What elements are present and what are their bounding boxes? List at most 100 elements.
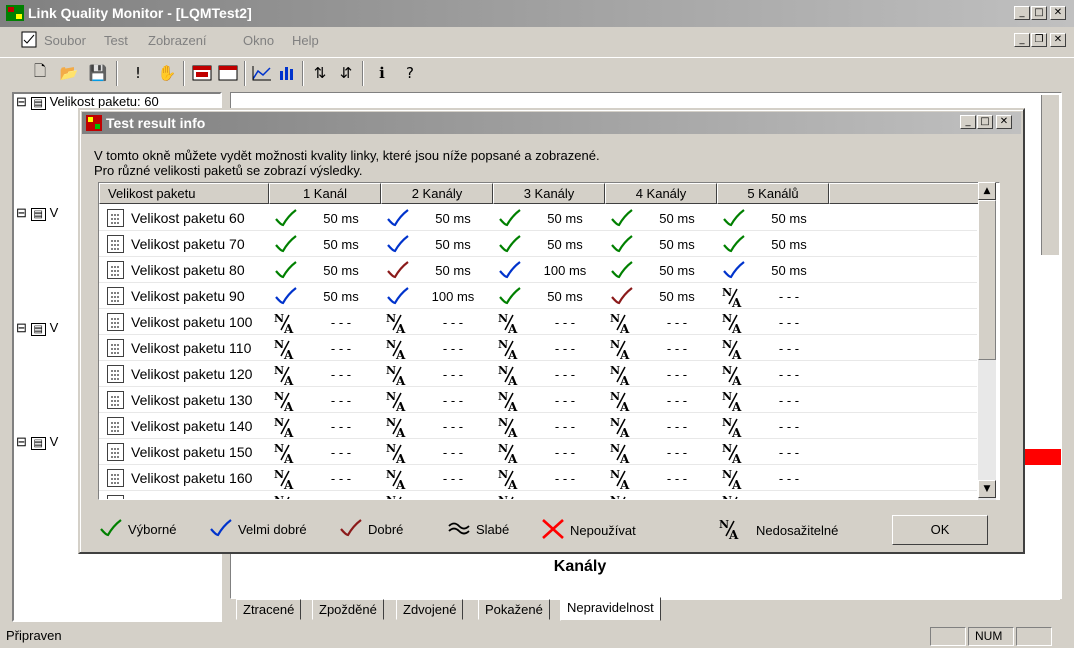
help-icon[interactable]: ? <box>398 61 422 85</box>
grid-vertical-scrollbar[interactable]: ▲ ▼ <box>978 182 996 500</box>
main-window-title-bar[interactable]: Link Quality Monitor - [LQMTest2] <box>0 0 1074 27</box>
row-label: Velikost paketu 90 <box>131 288 245 304</box>
column-header-1-kanal[interactable]: 1 Kanál <box>269 183 381 204</box>
table-row[interactable]: Velikost paketu 170 NA - - - NA - - - NA - - -… <box>99 491 977 499</box>
scroll-up-icon[interactable]: ▲ <box>978 182 996 200</box>
cell-value: - - - <box>330 471 352 486</box>
hand-icon[interactable]: ✋ <box>155 61 179 85</box>
column-header-5-kanalu[interactable]: 5 Kanálů <box>717 183 829 204</box>
svg-text:A: A <box>619 374 630 386</box>
column-header-empty <box>829 183 979 204</box>
tree-node-3[interactable]: ⊟ ▤ V <box>16 320 58 336</box>
column-header-2-kanaly[interactable]: 2 Kanály <box>381 183 493 204</box>
menu-test[interactable]: Test <box>104 33 128 48</box>
svg-text:A: A <box>283 452 294 464</box>
chart-scrollbar[interactable] <box>1041 95 1059 255</box>
cell-value: - - - <box>666 393 688 408</box>
table-row[interactable]: Velikost paketu 70 50 ms 50 ms 50 ms 50 ms 50… <box>99 231 977 257</box>
check-blue-icon <box>385 234 411 257</box>
maximize-button[interactable]: □ <box>1031 6 1047 20</box>
menu-soubor[interactable]: Soubor <box>44 33 86 48</box>
results-grid[interactable]: Velikost paketu 1 Kanál 2 Kanály 3 Kanál… <box>98 182 1000 500</box>
table-row[interactable]: Velikost paketu 90 50 ms 100 ms 50 ms 50 ms N… <box>99 283 977 310</box>
alert-icon[interactable]: ! <box>126 61 150 85</box>
svg-text:N: N <box>498 416 508 429</box>
svg-text:N: N <box>498 364 508 377</box>
svg-text:N: N <box>386 312 396 325</box>
sort-descending-icon[interactable]: ⇵ <box>334 61 358 85</box>
table-row[interactable]: Velikost paketu 130 N A - - -NA- - -NA- - -… <box>99 387 977 414</box>
menu-okno[interactable]: Okno <box>243 33 274 48</box>
table-row[interactable]: Velikost paketu 100 N A - - -NA- - -NA- - -… <box>99 309 977 337</box>
legend-label: Nepoužívat <box>570 523 636 538</box>
tree-node-2[interactable]: ⊟ ▤ V <box>16 205 58 221</box>
tab-zdvojene[interactable]: Zdvojené <box>396 599 464 620</box>
table-row[interactable]: Velikost paketu 140 N A - - -NA- - -NA- - -… <box>99 413 977 440</box>
na-icon: NA <box>721 312 745 337</box>
svg-text:N: N <box>719 518 729 531</box>
cell-value: - - - <box>554 367 576 382</box>
legend-item: Velmi dobré <box>208 518 307 541</box>
status-panel-empty-2 <box>1016 627 1052 646</box>
svg-text:N: N <box>498 312 508 325</box>
mdi-restore-button[interactable]: ❐ <box>1031 33 1047 47</box>
column-header-3-kanaly[interactable]: 3 Kanály <box>493 183 605 204</box>
tree-node-4[interactable]: ⊟ ▤ V <box>16 434 58 450</box>
mdi-minimize-button[interactable]: _ <box>1014 33 1030 47</box>
cell-value: 50 ms <box>771 237 807 252</box>
table-row[interactable]: Velikost paketu 160 N A - - -NA- - -NA- - -… <box>99 465 977 492</box>
svg-text:N: N <box>610 338 620 351</box>
menu-zobrazeni[interactable]: Zobrazení <box>148 33 207 48</box>
svg-text:N: N <box>274 364 284 377</box>
menu-help[interactable]: Help <box>292 33 319 48</box>
check-green-icon <box>609 208 635 231</box>
tab-pokazene[interactable]: Pokažené <box>478 599 550 620</box>
scroll-down-icon[interactable]: ▼ <box>978 480 996 498</box>
table-row[interactable]: Velikost paketu 150 N A - - -NA- - -NA- - -… <box>99 439 977 466</box>
document-icon[interactable] <box>20 31 40 49</box>
svg-text:N: N <box>274 442 284 455</box>
tab-zpozdene[interactable]: Zpožděné <box>312 599 384 620</box>
check-blue-icon <box>721 260 747 283</box>
sort-ascending-icon[interactable]: ⇅ <box>308 61 332 85</box>
ok-button[interactable]: OK <box>892 515 988 545</box>
line-chart-icon[interactable] <box>250 61 274 85</box>
legend-item: N A Nedosažitelné <box>718 518 838 543</box>
mdi-close-button[interactable]: ✕ <box>1050 33 1066 47</box>
column-header-packet-size[interactable]: Velikost paketu <box>99 183 269 204</box>
dialog-title-bar[interactable]: Test result info <box>82 112 1021 134</box>
info-icon[interactable]: ℹ <box>370 61 394 85</box>
svg-text:A: A <box>395 374 406 386</box>
table-row[interactable]: Velikost paketu 120 N A - - -NA- - -NA- - -… <box>99 361 977 388</box>
svg-text:N: N <box>610 390 620 403</box>
tab-nepravidelnost[interactable]: Nepravidelnost <box>560 597 661 621</box>
dialog-minimize-button[interactable]: _ <box>960 115 976 129</box>
row-label: Velikost paketu 130 <box>131 392 253 408</box>
open-folder-icon[interactable]: 📂 <box>57 61 81 85</box>
close-button[interactable]: ✕ <box>1050 6 1066 20</box>
view-window-icon[interactable] <box>190 61 214 85</box>
legend: Výborné Velmi dobré Dobré Slabé Nepoužívat N A… <box>98 514 898 544</box>
status-bar: Připraven NUM <box>0 623 1074 648</box>
save-icon[interactable]: 💾 <box>86 61 110 85</box>
tab-ztracene[interactable]: Ztracené <box>236 599 302 620</box>
dialog-maximize-button[interactable]: □ <box>977 115 993 129</box>
table-row[interactable]: Velikost paketu 60 50 ms 50 ms 50 ms 50 ms 50… <box>99 205 977 231</box>
cell-value: - - - <box>778 289 800 304</box>
na-icon: NA <box>273 312 297 337</box>
svg-text:A: A <box>507 322 518 334</box>
column-header-4-kanaly[interactable]: 4 Kanály <box>605 183 717 204</box>
packet-icon <box>107 417 124 435</box>
svg-text:A: A <box>619 348 630 360</box>
new-file-icon[interactable]: 🗋 <box>28 61 52 85</box>
minimize-button[interactable]: _ <box>1014 6 1030 20</box>
cell-value: - - - <box>442 367 464 382</box>
table-row[interactable]: Velikost paketu 110 N A - - -NA- - -NA- - -… <box>99 335 977 362</box>
dialog-close-button[interactable]: ✕ <box>996 115 1012 129</box>
view-split-icon[interactable] <box>216 61 240 85</box>
bar-chart-icon[interactable] <box>276 61 300 85</box>
scroll-thumb[interactable] <box>978 200 996 360</box>
check-green-icon <box>273 260 299 283</box>
svg-text:A: A <box>395 322 406 334</box>
table-row[interactable]: Velikost paketu 80 50 ms 50 ms 100 ms 50 ms 5… <box>99 257 977 283</box>
